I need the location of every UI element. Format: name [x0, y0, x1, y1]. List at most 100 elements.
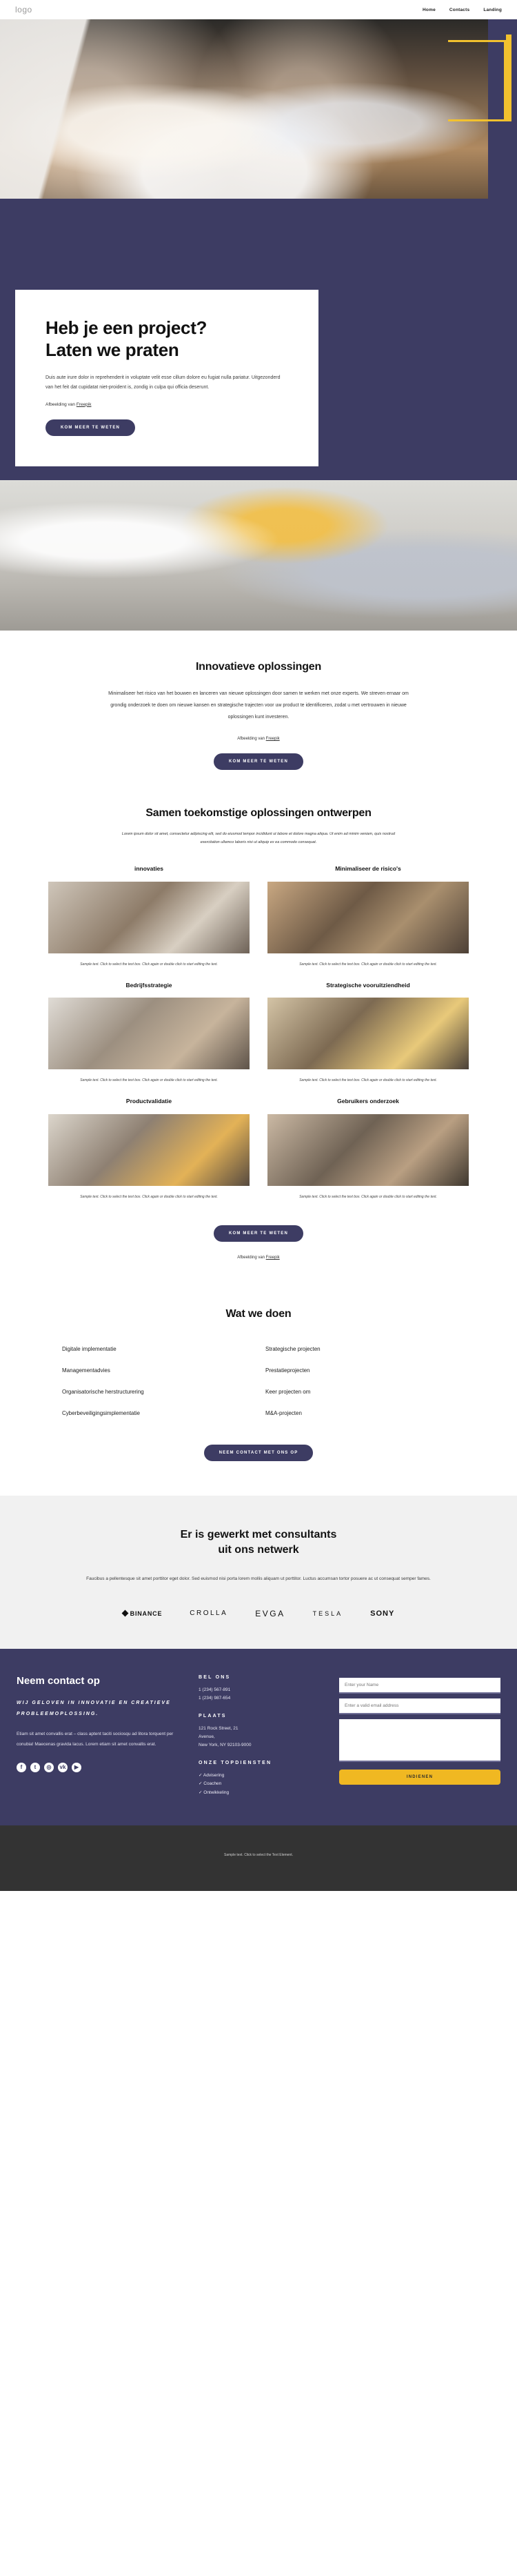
- designing-image-credit: Afbeelding van Freepik: [0, 1256, 517, 1260]
- solution-card[interactable]: Bedrijfsstrategie Sample text. Click to …: [48, 981, 250, 1094]
- message-textarea[interactable]: [339, 1718, 500, 1762]
- binance-diamond-icon: [121, 1609, 129, 1617]
- brand-label: TESLA: [312, 1609, 343, 1617]
- designing-solutions-section: Samen toekomstige oplossingen ontwerpen …: [0, 800, 517, 1290]
- network-body: Faucibus a pellentesque sit amet porttit…: [86, 1576, 431, 1582]
- phone-number[interactable]: 1 (234) 987-654: [199, 1694, 330, 1703]
- nav-item-home[interactable]: Home: [423, 8, 436, 12]
- hero-credit-prefix: Afbeelding van: [45, 402, 77, 407]
- brand-logo-evga: EVGA: [255, 1609, 285, 1618]
- hero-accent-bar: [506, 34, 511, 121]
- instagram-icon[interactable]: ◎: [44, 1762, 54, 1772]
- network-title-line2: uit ons netwerk: [218, 1543, 299, 1556]
- service-item: ✓ Advisering: [199, 1772, 225, 1778]
- solution-card-caption: Sample text. Click to select the text bo…: [80, 962, 218, 967]
- phone-number[interactable]: 1 (234) 567-891: [199, 1686, 330, 1694]
- network-title: Er is gewerkt met consultants uit ons ne…: [0, 1527, 517, 1557]
- innovative-title: Innovatieve oplossingen: [195, 661, 322, 673]
- name-input[interactable]: [339, 1677, 500, 1694]
- contact-form: INDIENEN: [339, 1675, 500, 1785]
- services-heading: ONZE TOPDIENSTEN: [199, 1760, 272, 1765]
- innovative-credit-link[interactable]: Freepik: [266, 737, 280, 741]
- service-label: Ontwikkeling: [203, 1790, 230, 1796]
- list-item[interactable]: Digitale implementatie: [62, 1338, 252, 1360]
- address-line: 121 Rock Street, 21: [199, 1725, 239, 1731]
- footer-title: Neem contact op: [17, 1674, 100, 1687]
- main-navigation: Home Contacts Landing: [423, 8, 502, 12]
- twitter-icon[interactable]: t: [30, 1762, 40, 1772]
- what-we-do-title: Wat we doen: [225, 1308, 292, 1320]
- solution-card-caption: Sample text. Click to select the text bo…: [299, 962, 437, 967]
- solution-card-image: [267, 998, 469, 1070]
- solution-card[interactable]: innovaties Sample text. Click to select …: [48, 864, 250, 978]
- solution-cards-grid: innovaties Sample text. Click to select …: [48, 864, 469, 1210]
- address-line: New York, NY 92103-9000: [199, 1742, 252, 1747]
- what-we-do-section: Wat we doen Digitale implementatie Strat…: [0, 1290, 517, 1496]
- hero-title: Heb je een project? Laten we praten: [45, 317, 288, 361]
- what-we-do-list: Digitale implementatie Strategische proj…: [62, 1338, 455, 1424]
- hero-body: Duis aute irure dolor in reprehenderit i…: [45, 375, 281, 390]
- place-heading: PLAATS: [199, 1713, 227, 1718]
- innovative-cta-button[interactable]: KOM MEER TE WETEN: [213, 753, 304, 771]
- designing-credit-prefix: Afbeelding van: [237, 1256, 266, 1260]
- solution-card-image: [48, 882, 250, 954]
- address-line: Avenue,: [199, 1734, 215, 1739]
- solution-card-title: Gebruikers onderzoek: [337, 1097, 399, 1104]
- list-item[interactable]: Strategische projecten: [265, 1338, 455, 1360]
- solution-card[interactable]: Productvalidatie Sample text. Click to s…: [48, 1097, 250, 1210]
- band-photo: [0, 480, 517, 631]
- submit-button[interactable]: INDIENEN: [339, 1769, 500, 1785]
- hero-cta-button[interactable]: KOM MEER TE WETEN: [45, 419, 136, 436]
- brand-logo-binance: BINANCE: [121, 1609, 163, 1617]
- designing-cta-button[interactable]: KOM MEER TE WETEN: [213, 1225, 304, 1242]
- email-input[interactable]: [339, 1698, 500, 1714]
- list-item[interactable]: Managementadvies: [62, 1360, 252, 1381]
- logo[interactable]: logo: [15, 5, 32, 14]
- brand-label: BINANCE: [130, 1609, 163, 1617]
- network-section: Er is gewerkt met consultants uit ons ne…: [0, 1496, 517, 1649]
- list-item[interactable]: Keer projecten om: [265, 1381, 455, 1403]
- footer-about-column: Neem contact op WIJ GELOVEN IN INNOVATIE…: [17, 1675, 189, 1798]
- solution-card[interactable]: Minimaliseer de risico's Sample text. Cl…: [267, 864, 469, 978]
- solution-card[interactable]: Strategische vooruitziendheid Sample tex…: [267, 981, 469, 1094]
- solution-card-caption: Sample text. Click to select the text bo…: [299, 1078, 437, 1083]
- list-item[interactable]: Cyberbeveiligingsimplementatie: [62, 1403, 252, 1424]
- footer-slogan: WIJ GELOVEN IN INNOVATIE EN CREATIEVE PR…: [17, 1700, 171, 1716]
- hero-section: Heb je een project? Laten we praten Duis…: [0, 19, 517, 480]
- solution-card[interactable]: Gebruikers onderzoek Sample text. Click …: [267, 1097, 469, 1210]
- solution-card-title: Minimaliseer de risico's: [335, 865, 401, 873]
- bottom-bar: Sample text. Click to select the Text El…: [0, 1825, 517, 1891]
- list-item[interactable]: Prestatieprojecten: [265, 1360, 455, 1381]
- solution-card-image: [48, 998, 250, 1070]
- footer-body: Etiam sit amet convallis erat – class ap…: [17, 1731, 174, 1747]
- bottom-bar-text: Sample text. Click to select the Text El…: [224, 1852, 293, 1857]
- hero-credit-link[interactable]: Freepik: [77, 402, 92, 407]
- solution-card-image: [48, 1113, 250, 1186]
- list-item[interactable]: M&A-projecten: [265, 1403, 455, 1424]
- facebook-icon[interactable]: f: [17, 1762, 26, 1772]
- service-item: ✓ Coachen: [199, 1781, 222, 1787]
- site-header: logo Home Contacts Landing: [0, 0, 517, 19]
- vk-icon[interactable]: vk: [58, 1762, 68, 1772]
- list-item[interactable]: Organisatorische herstructurering: [62, 1381, 252, 1403]
- brand-logo-crolla: CROLLA: [190, 1609, 227, 1617]
- service-label: Coachen: [203, 1781, 222, 1787]
- service-label: Advisering: [203, 1772, 225, 1778]
- youtube-icon[interactable]: ▶: [72, 1762, 81, 1772]
- designing-credit-link[interactable]: Freepik: [266, 1256, 280, 1260]
- footer: Neem contact op WIJ GELOVEN IN INNOVATIE…: [0, 1648, 517, 1825]
- hero-accent-frame: [448, 40, 506, 121]
- footer-form-column: INDIENEN: [339, 1675, 500, 1798]
- solution-card-image: [267, 882, 469, 954]
- nav-item-landing[interactable]: Landing: [483, 8, 502, 12]
- solution-card-caption: Sample text. Click to select the text bo…: [80, 1194, 218, 1199]
- innovative-body: Minimaliseer het risico van het bouwen e…: [108, 691, 409, 720]
- nav-item-contacts[interactable]: Contacts: [449, 8, 469, 12]
- designing-title: Samen toekomstige oplossingen ontwerpen: [145, 807, 372, 820]
- designing-intro: Lorem ipsum dolor sit amet, consectetur …: [121, 832, 396, 844]
- contact-us-button[interactable]: NEEM CONTACT MET ONS OP: [203, 1445, 314, 1462]
- footer-contact-column: BEL ONS 1 (234) 567-891 1 (234) 987-654 …: [199, 1675, 330, 1798]
- solution-card-title: Bedrijfsstrategie: [125, 981, 172, 989]
